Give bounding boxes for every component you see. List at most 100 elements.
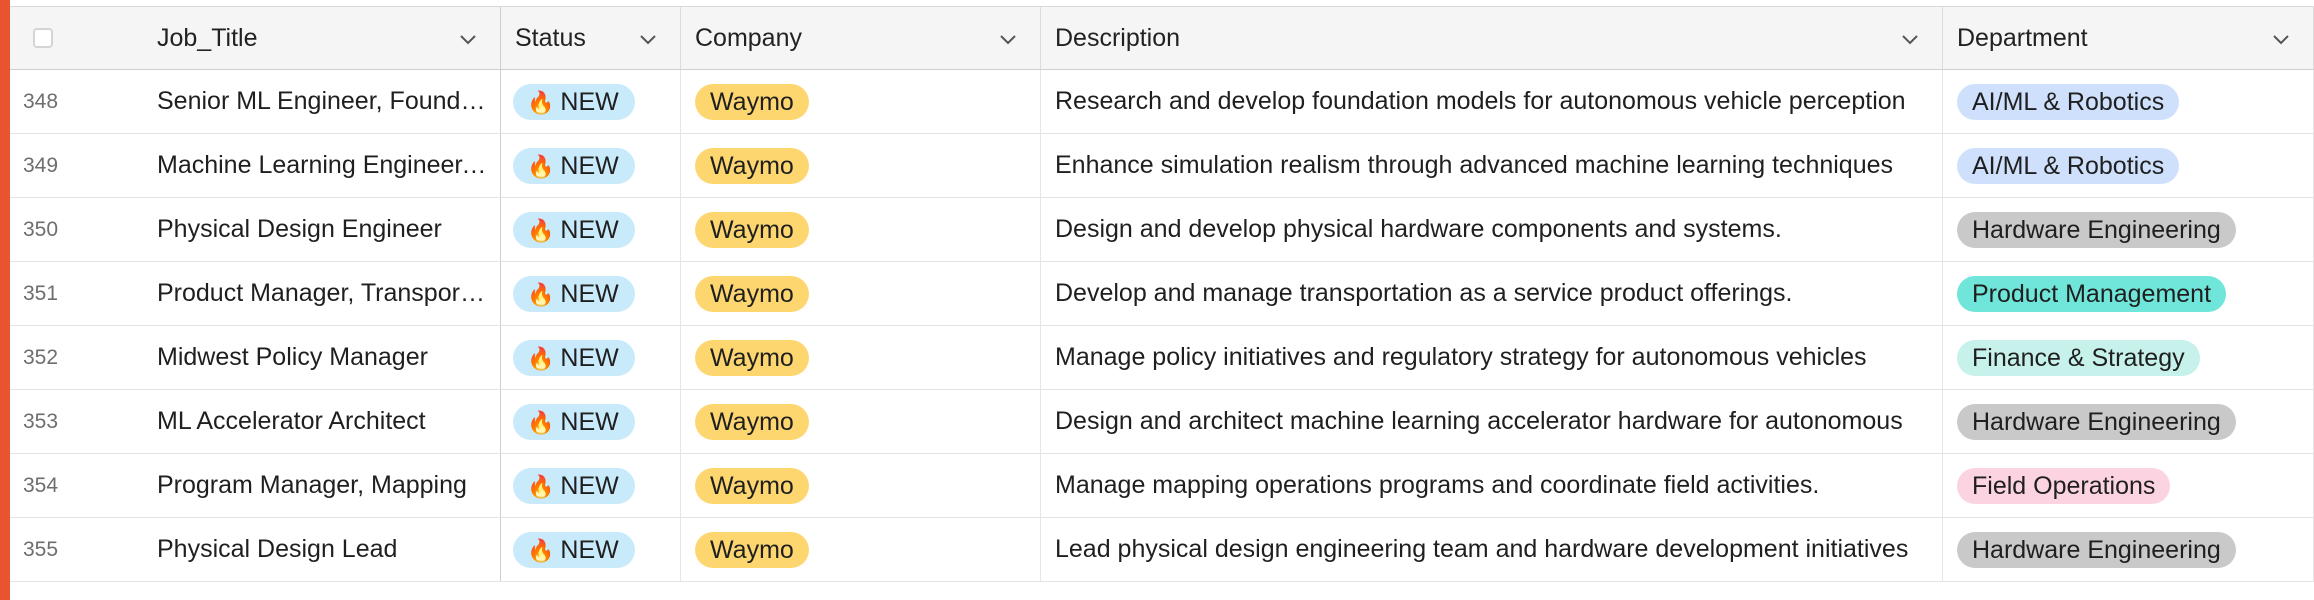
description-cell[interactable]: Develop and manage transportation as a s… xyxy=(1041,262,1943,325)
department-cell[interactable]: Field Operations xyxy=(1943,454,2314,517)
job-title-cell[interactable]: Midwest Policy Manager xyxy=(153,326,501,389)
department-badge: AI/ML & Robotics xyxy=(1957,83,2180,120)
fire-icon: 🔥 xyxy=(527,281,555,307)
status-badge: 🔥 NEW xyxy=(513,275,635,312)
description-text: Design and architect machine learning ac… xyxy=(1055,407,1903,435)
row-number: 353 xyxy=(23,409,59,433)
status-badge: 🔥 NEW xyxy=(513,147,635,184)
company-cell[interactable]: Waymo xyxy=(681,518,1041,581)
company-cell[interactable]: Waymo xyxy=(681,390,1041,453)
fire-icon: 🔥 xyxy=(527,345,555,371)
chevron-down-icon[interactable] xyxy=(998,29,1018,49)
department-cell[interactable]: Hardware Engineering xyxy=(1943,198,2314,261)
header-job-title-label: Job_Title xyxy=(157,23,258,52)
grid-header: Job_Title Status Company Description Dep… xyxy=(10,6,2314,70)
header-job-title[interactable]: Job_Title xyxy=(153,7,501,69)
chevron-down-icon[interactable] xyxy=(638,29,658,49)
status-cell[interactable]: 🔥 NEW xyxy=(501,518,681,581)
status-text: NEW xyxy=(560,535,619,564)
job-title-cell[interactable]: Machine Learning Engineer, Simulation xyxy=(153,134,501,197)
row-number: 351 xyxy=(23,281,59,305)
status-badge: 🔥 NEW xyxy=(513,211,635,248)
company-cell[interactable]: Waymo xyxy=(681,198,1041,261)
job-title-cell[interactable]: Senior ML Engineer, Foundation Models xyxy=(153,70,501,133)
department-cell[interactable]: Product Management xyxy=(1943,262,2314,325)
company-cell[interactable]: Waymo xyxy=(681,326,1041,389)
job-title-cell[interactable]: Physical Design Engineer xyxy=(153,198,501,261)
table-row[interactable]: 352 Midwest Policy Manager 🔥 NEW Waymo Ma… xyxy=(10,326,2314,390)
header-status[interactable]: Status xyxy=(501,7,681,69)
description-cell[interactable]: Enhance simulation realism through advan… xyxy=(1041,134,1943,197)
job-title-cell[interactable]: Product Manager, Transportation xyxy=(153,262,501,325)
fire-icon: 🔥 xyxy=(527,89,555,115)
select-all-checkbox[interactable] xyxy=(33,28,53,48)
grid-body: 348 Senior ML Engineer, Foundation Model… xyxy=(10,70,2314,582)
department-cell[interactable]: Finance & Strategy xyxy=(1943,326,2314,389)
table-row[interactable]: 353 ML Accelerator Architect 🔥 NEW Waymo … xyxy=(10,390,2314,454)
status-badge: 🔥 NEW xyxy=(513,531,635,568)
department-badge: AI/ML & Robotics xyxy=(1957,147,2180,184)
description-cell[interactable]: Design and architect machine learning ac… xyxy=(1041,390,1943,453)
header-company[interactable]: Company xyxy=(681,7,1041,69)
status-cell[interactable]: 🔥 NEW xyxy=(501,262,681,325)
company-badge: Waymo xyxy=(695,403,809,440)
description-text: Research and develop foundation models f… xyxy=(1055,87,1906,115)
department-badge: Field Operations xyxy=(1957,467,2171,504)
status-cell[interactable]: 🔥 NEW xyxy=(501,454,681,517)
company-cell[interactable]: Waymo xyxy=(681,134,1041,197)
company-cell[interactable]: Waymo xyxy=(681,70,1041,133)
table-row[interactable]: 354 Program Manager, Mapping 🔥 NEW Waymo … xyxy=(10,454,2314,518)
company-cell[interactable]: Waymo xyxy=(681,454,1041,517)
description-text: Manage policy initiatives and regulatory… xyxy=(1055,343,1867,371)
row-number: 350 xyxy=(23,217,59,241)
description-cell[interactable]: Design and develop physical hardware com… xyxy=(1041,198,1943,261)
status-cell[interactable]: 🔥 NEW xyxy=(501,326,681,389)
description-text: Develop and manage transportation as a s… xyxy=(1055,279,1793,307)
company-badge: Waymo xyxy=(695,339,809,376)
row-number: 349 xyxy=(23,153,59,177)
status-cell[interactable]: 🔥 NEW xyxy=(501,390,681,453)
department-cell[interactable]: AI/ML & Robotics xyxy=(1943,134,2314,197)
table-row[interactable]: 349 Machine Learning Engineer, Simulatio… xyxy=(10,134,2314,198)
chevron-down-icon[interactable] xyxy=(458,29,478,49)
department-badge: Finance & Strategy xyxy=(1957,339,2200,376)
job-title-cell[interactable]: Program Manager, Mapping xyxy=(153,454,501,517)
status-text: NEW xyxy=(560,279,619,308)
description-cell[interactable]: Manage mapping operations programs and c… xyxy=(1041,454,1943,517)
table-row[interactable]: 350 Physical Design Engineer 🔥 NEW Waymo … xyxy=(10,198,2314,262)
table-row[interactable]: 355 Physical Design Lead 🔥 NEW Waymo Lead… xyxy=(10,518,2314,582)
row-number: 352 xyxy=(23,345,59,369)
header-description[interactable]: Description xyxy=(1041,7,1943,69)
table-row[interactable]: 351 Product Manager, Transportation 🔥 NEW… xyxy=(10,262,2314,326)
description-cell[interactable]: Research and develop foundation models f… xyxy=(1041,70,1943,133)
department-badge: Hardware Engineering xyxy=(1957,531,2236,568)
status-cell[interactable]: 🔥 NEW xyxy=(501,134,681,197)
job-title-cell[interactable]: ML Accelerator Architect xyxy=(153,390,501,453)
job-title-text: Physical Design Engineer xyxy=(157,215,442,243)
description-text: Design and develop physical hardware com… xyxy=(1055,215,1782,243)
status-text: NEW xyxy=(560,471,619,500)
company-cell[interactable]: Waymo xyxy=(681,262,1041,325)
company-badge: Waymo xyxy=(695,147,809,184)
description-cell[interactable]: Lead physical design engineering team an… xyxy=(1041,518,1943,581)
company-badge: Waymo xyxy=(695,83,809,120)
table-row[interactable]: 348 Senior ML Engineer, Foundation Model… xyxy=(10,70,2314,134)
chevron-down-icon[interactable] xyxy=(1900,29,1920,49)
department-cell[interactable]: Hardware Engineering xyxy=(1943,518,2314,581)
job-title-text: Product Manager, Transportation xyxy=(157,279,487,307)
status-text: NEW xyxy=(560,151,619,180)
department-cell[interactable]: AI/ML & Robotics xyxy=(1943,70,2314,133)
selection-accent-bar xyxy=(0,0,10,600)
department-cell[interactable]: Hardware Engineering xyxy=(1943,390,2314,453)
job-title-cell[interactable]: Physical Design Lead xyxy=(153,518,501,581)
chevron-down-icon[interactable] xyxy=(2271,29,2291,49)
description-cell[interactable]: Manage policy initiatives and regulatory… xyxy=(1041,326,1943,389)
data-grid: Job_Title Status Company Description Dep… xyxy=(10,0,2314,600)
header-status-label: Status xyxy=(515,23,586,52)
status-cell[interactable]: 🔥 NEW xyxy=(501,70,681,133)
status-cell[interactable]: 🔥 NEW xyxy=(501,198,681,261)
company-badge: Waymo xyxy=(695,467,809,504)
status-text: NEW xyxy=(560,215,619,244)
header-department[interactable]: Department xyxy=(1943,7,2314,69)
description-text: Lead physical design engineering team an… xyxy=(1055,535,1909,563)
